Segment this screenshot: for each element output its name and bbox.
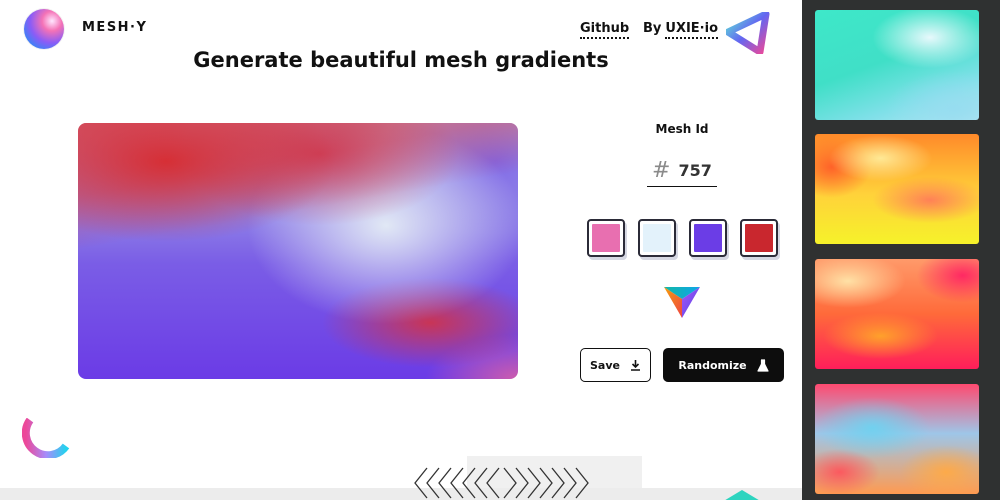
- gallery-card-3[interactable]: [815, 259, 979, 369]
- teal-shape-icon: [725, 490, 759, 500]
- prism-logo-icon: [664, 287, 700, 318]
- randomize-button[interactable]: Randomize: [663, 348, 784, 382]
- swatch-fill: [694, 224, 722, 252]
- flask-icon: [757, 358, 769, 372]
- ring-decoration-icon: [22, 418, 70, 458]
- author-prefix: By: [643, 21, 662, 36]
- save-label: Save: [590, 358, 620, 372]
- mesh-preview: [78, 123, 518, 379]
- page-title: Generate beautiful mesh gradients: [193, 48, 609, 72]
- github-link[interactable]: Github: [580, 21, 630, 39]
- bottom-bar: [0, 488, 802, 500]
- author-link[interactable]: UXIE·io: [665, 21, 719, 39]
- mesh-id-label: Mesh Id: [655, 122, 709, 136]
- gallery-card-4[interactable]: [815, 384, 979, 494]
- swatch-fill: [592, 224, 620, 252]
- color-swatch-3[interactable]: [689, 219, 727, 257]
- author-credit: By UXIE·io: [643, 21, 719, 39]
- gallery-sidebar: [802, 0, 1000, 500]
- download-icon: [630, 360, 640, 371]
- main-panel: MESH·Y Github By UXIE·io Generate beautif…: [0, 0, 802, 500]
- hash-icon: #: [652, 157, 671, 183]
- logo-orb-icon[interactable]: [24, 9, 64, 49]
- color-swatch-4[interactable]: [740, 219, 778, 257]
- randomize-label: Randomize: [678, 358, 747, 372]
- save-button[interactable]: Save: [580, 348, 651, 382]
- gallery-card-2[interactable]: [815, 134, 979, 244]
- brand-name[interactable]: MESH·Y: [82, 20, 147, 35]
- color-swatch-2[interactable]: [638, 219, 676, 257]
- mesh-id-value[interactable]: 757: [678, 161, 711, 180]
- chevron-pattern-icon: [414, 467, 589, 499]
- swatch-fill: [643, 224, 671, 252]
- swatch-fill: [745, 224, 773, 252]
- gallery-card-1[interactable]: [815, 10, 979, 120]
- mesh-id-input[interactable]: # 757: [647, 155, 717, 187]
- color-swatch-1[interactable]: [587, 219, 625, 257]
